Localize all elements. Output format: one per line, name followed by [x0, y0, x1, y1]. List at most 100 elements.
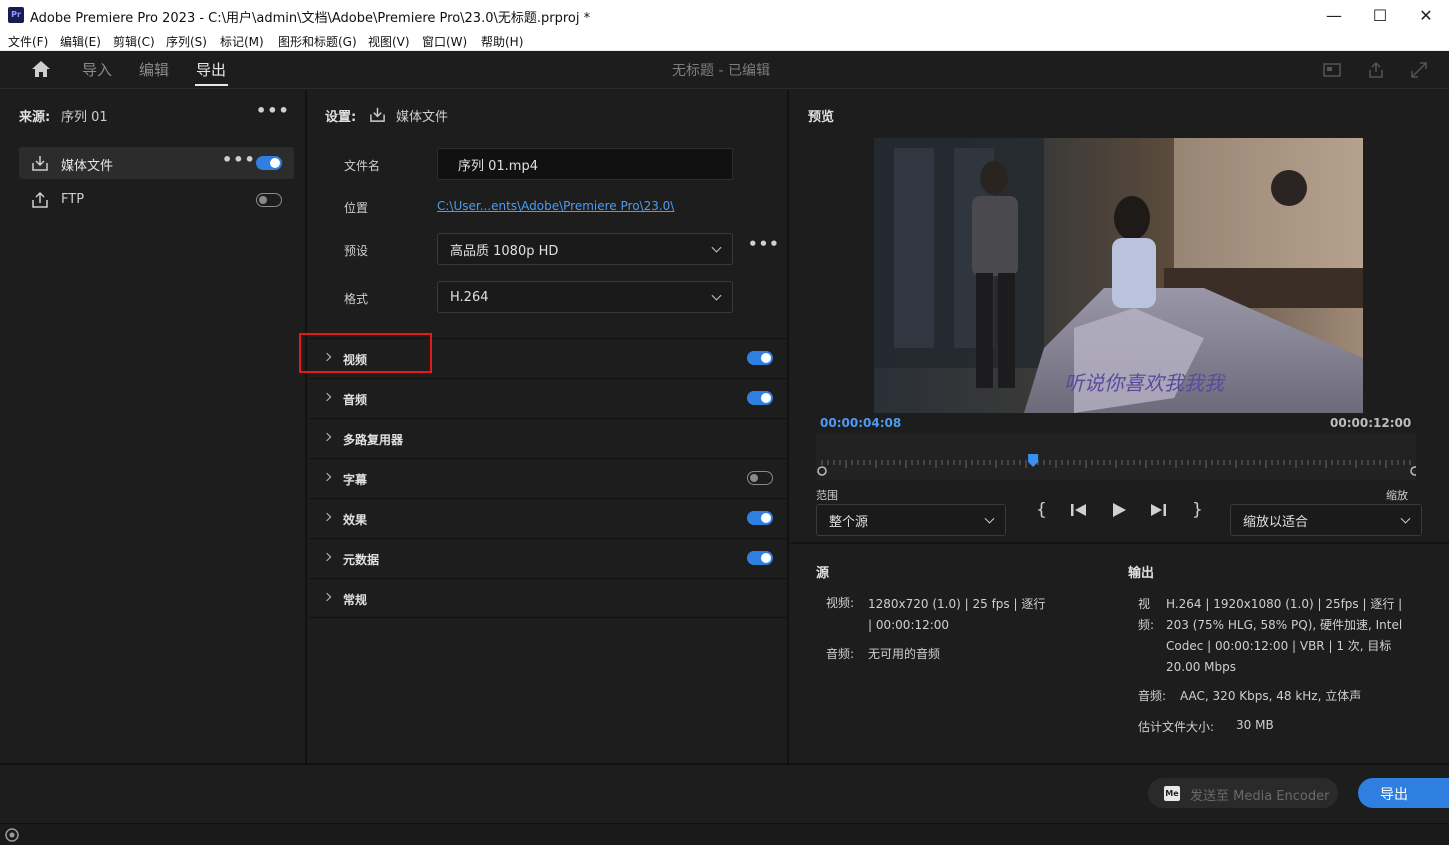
- close-button[interactable]: ✕: [1403, 0, 1449, 30]
- range-dropdown[interactable]: 整个源: [816, 504, 1006, 536]
- media-file-more-icon[interactable]: •••: [222, 150, 256, 169]
- menu-markers[interactable]: 标记(M): [220, 33, 264, 50]
- media-encoder-icon: Me: [1164, 786, 1180, 801]
- video-toggle[interactable]: [747, 351, 773, 365]
- filename-input[interactable]: 序列 01.mp4: [437, 148, 733, 180]
- home-icon[interactable]: [31, 60, 51, 78]
- summary-source-title: 源: [816, 566, 830, 581]
- in-point-handle[interactable]: [817, 466, 827, 476]
- creative-cloud-sync-icon[interactable]: [5, 828, 19, 842]
- step-forward-icon[interactable]: [1149, 502, 1167, 518]
- output-video-value: H.264 | 1920x1080 (1.0) | 25fps | 逐行 | 2…: [1166, 597, 1403, 674]
- menu-clip[interactable]: 剪辑(C): [113, 33, 155, 50]
- tab-export[interactable]: 导出: [196, 59, 226, 80]
- playhead[interactable]: [1028, 454, 1039, 467]
- tab-edit[interactable]: 编辑: [139, 59, 169, 80]
- fullscreen-icon[interactable]: [1410, 61, 1428, 79]
- section-effects[interactable]: 效果: [309, 498, 789, 538]
- divider: [791, 542, 1449, 544]
- audio-toggle[interactable]: [747, 391, 773, 405]
- format-label: 格式: [344, 292, 369, 306]
- timeline-ruler[interactable]: [816, 434, 1420, 480]
- workspace-header: 导入 编辑 导出 无标题 - 已编辑: [0, 51, 1449, 89]
- output-audio-label: 音频:: [1138, 689, 1167, 703]
- zoom-dropdown[interactable]: 缩放以适合: [1230, 504, 1422, 536]
- ftp-toggle[interactable]: [256, 193, 282, 207]
- send-to-media-encoder-button[interactable]: Me 发送至 Media Encoder: [1148, 778, 1338, 808]
- preset-value: 高品质 1080p HD: [450, 243, 559, 259]
- export-button[interactable]: 导出: [1358, 778, 1449, 808]
- preset-dropdown[interactable]: 高品质 1080p HD: [437, 233, 733, 265]
- range-value: 整个源: [829, 514, 869, 530]
- settings-label: 设置:: [325, 110, 357, 125]
- section-audio[interactable]: 音频: [309, 378, 789, 418]
- section-multiplexer[interactable]: 多路复用器: [309, 418, 789, 458]
- menu-sequence[interactable]: 序列(S): [166, 33, 207, 50]
- chevron-right-icon: [322, 392, 332, 402]
- highlight-box: [299, 333, 432, 373]
- menu-help[interactable]: 帮助(H): [481, 33, 523, 50]
- subtitle-overlay: 听说你喜欢我我我: [1064, 371, 1226, 395]
- menu-window[interactable]: 窗口(W): [422, 33, 467, 50]
- preview-frame: 听说你喜欢我我我: [874, 138, 1363, 413]
- output-video-label: 视频:: [1138, 597, 1155, 632]
- mark-in-icon[interactable]: {: [1036, 500, 1047, 520]
- source-audio-label: 音频:: [826, 647, 855, 661]
- out-point-handle[interactable]: [1410, 466, 1420, 476]
- project-status: 无标题 - 已编辑: [672, 63, 770, 79]
- menu-edit[interactable]: 编辑(E): [60, 33, 101, 50]
- status-bar: [0, 823, 1449, 845]
- share-icon[interactable]: [1367, 61, 1385, 79]
- filesize-label: 估计文件大小:: [1138, 720, 1215, 734]
- section-label: 字幕: [343, 473, 368, 487]
- section-label: 音频: [343, 393, 368, 407]
- current-timecode[interactable]: 00:00:04:08: [820, 416, 901, 430]
- source-video-label: 视频:: [826, 596, 855, 610]
- section-label: 常规: [343, 593, 368, 607]
- range-label: 范围: [816, 489, 838, 502]
- media-file-toggle[interactable]: [256, 156, 282, 170]
- destination-ftp[interactable]: FTP: [19, 184, 294, 216]
- download-icon: [370, 107, 385, 122]
- captions-toggle[interactable]: [747, 471, 773, 485]
- preset-label: 预设: [344, 244, 369, 258]
- send-to-me-label: 发送至 Media Encoder: [1190, 789, 1330, 804]
- menu-graphics[interactable]: 图形和标题(G): [278, 33, 357, 50]
- summary-output-title: 输出: [1128, 566, 1155, 581]
- format-value: H.264: [450, 289, 489, 305]
- minimize-button[interactable]: —: [1311, 0, 1357, 30]
- effects-toggle[interactable]: [747, 511, 773, 525]
- section-captions[interactable]: 字幕: [309, 458, 789, 498]
- section-general[interactable]: 常规: [309, 578, 789, 618]
- ruler-ticks: [817, 454, 1420, 476]
- step-back-icon[interactable]: [1070, 502, 1088, 518]
- tab-import[interactable]: 导入: [82, 59, 112, 80]
- metadata-toggle[interactable]: [747, 551, 773, 565]
- section-metadata[interactable]: 元数据: [309, 538, 789, 578]
- quick-export-icon[interactable]: [1323, 61, 1341, 79]
- zoom-value: 缩放以适合: [1243, 514, 1309, 530]
- chevron-down-icon: [1400, 513, 1411, 524]
- source-video-value: 1280x720 (1.0) | 25 fps | 逐行 | 00:00:12:…: [868, 597, 1046, 632]
- preset-more-icon[interactable]: •••: [748, 235, 780, 253]
- title-bar: Pr Adobe Premiere Pro 2023 - C:\用户\admin…: [0, 0, 1449, 30]
- play-icon[interactable]: [1111, 502, 1127, 518]
- menu-file[interactable]: 文件(F): [8, 33, 48, 50]
- format-dropdown[interactable]: H.264: [437, 281, 733, 313]
- chevron-right-icon: [322, 432, 332, 442]
- upload-icon: [32, 191, 48, 208]
- destination-media-file[interactable]: 媒体文件 •••: [19, 147, 294, 179]
- preview-panel: 预览 听说你喜欢我我我 00:00:04:08 00:00:12:00 范围 整…: [791, 90, 1449, 763]
- chevron-right-icon: [322, 552, 332, 562]
- mark-out-icon[interactable]: }: [1192, 500, 1203, 520]
- export-label: 导出: [1380, 787, 1408, 803]
- source-sequence-name: 序列 01: [61, 110, 108, 125]
- section-label: 元数据: [343, 553, 380, 567]
- output-audio-value: AAC, 320 Kbps, 48 kHz, 立体声: [1180, 689, 1362, 703]
- filesize-value: 30 MB: [1236, 718, 1274, 732]
- source-more-icon[interactable]: •••: [256, 101, 290, 120]
- location-link[interactable]: C:\User...ents\Adobe\Premiere Pro\23.0\: [437, 199, 674, 213]
- window-title: Adobe Premiere Pro 2023 - C:\用户\admin\文档…: [30, 11, 591, 26]
- maximize-button[interactable]: ☐: [1357, 0, 1403, 30]
- menu-view[interactable]: 视图(V): [368, 33, 410, 50]
